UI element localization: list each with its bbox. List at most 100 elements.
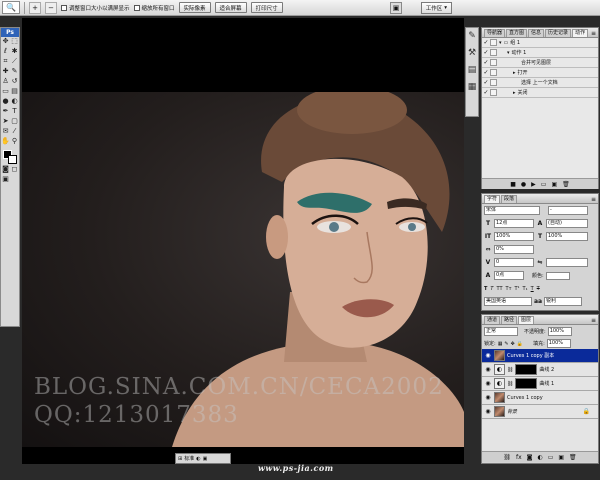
baseline-shift-field[interactable]: 0点: [494, 271, 524, 280]
layer-style-icon[interactable]: fx: [516, 454, 522, 461]
screen-mode-icon[interactable]: ▣: [1, 175, 10, 184]
action-row[interactable]: ✓ 合并可见图层: [482, 58, 598, 68]
faux-italic-icon[interactable]: T: [490, 286, 493, 292]
slice-tool-icon[interactable]: ⟋: [10, 57, 19, 66]
tab-history[interactable]: 历史记录: [545, 29, 572, 37]
zoom-out-button[interactable]: −: [45, 1, 57, 14]
resize-window-checkbox[interactable]: 调整窗口大小以满屏显示: [61, 4, 130, 12]
font-size-field[interactable]: 12点: [494, 219, 534, 228]
background-color-icon[interactable]: [8, 155, 17, 164]
tab-paragraph[interactable]: 段落: [501, 195, 518, 203]
eyedropper-icon[interactable]: ⁄: [10, 127, 19, 136]
type-tool-icon[interactable]: T: [10, 107, 19, 116]
leading-field[interactable]: (自动): [546, 219, 588, 228]
notes-tool-icon[interactable]: ✉: [1, 127, 10, 136]
all-caps-icon[interactable]: TT: [496, 286, 502, 292]
horizontal-scale-field[interactable]: 100%: [546, 232, 588, 241]
small-caps-icon[interactable]: Tт: [506, 286, 512, 292]
workspace-button[interactable]: 工作区 ▾: [420, 2, 452, 14]
screen-mode-icon[interactable]: ▣: [203, 456, 208, 462]
checkmark-icon[interactable]: ✓: [482, 89, 490, 96]
dialog-toggle[interactable]: [490, 79, 497, 86]
tab-channels[interactable]: 通道: [484, 316, 501, 324]
checkmark-icon[interactable]: ✓: [482, 49, 490, 56]
eye-icon[interactable]: ◉: [484, 352, 492, 359]
pen-tool-icon[interactable]: ✒: [1, 107, 10, 116]
font-family-select[interactable]: 宋体: [484, 206, 540, 215]
superscript-icon[interactable]: T¹: [514, 286, 519, 292]
tool-presets-icon[interactable]: ⚒: [467, 48, 477, 62]
color-swatches[interactable]: [1, 147, 19, 165]
new-set-icon[interactable]: ▭: [541, 181, 547, 188]
tab-actions[interactable]: 动作: [572, 29, 589, 37]
vertical-scale-field[interactable]: 100%: [494, 232, 534, 241]
checkmark-icon[interactable]: ✓: [482, 39, 490, 46]
zoom-tool-icon[interactable]: ⚲: [10, 137, 19, 146]
record-icon[interactable]: ●: [521, 181, 526, 188]
lasso-tool-icon[interactable]: ℓ: [1, 47, 10, 56]
dialog-toggle[interactable]: [490, 39, 497, 46]
action-row[interactable]: ✓ ▸ 打开: [482, 68, 598, 78]
tab-layers[interactable]: 图层: [518, 316, 535, 324]
tab-navigator[interactable]: 导航器: [484, 29, 506, 37]
checkmark-icon[interactable]: ✓: [482, 69, 490, 76]
trash-icon[interactable]: 🗑: [569, 454, 577, 461]
clone-stamp-icon[interactable]: ♙: [1, 77, 10, 86]
subscript-icon[interactable]: T₁: [523, 286, 528, 292]
eye-icon[interactable]: ◉: [484, 408, 492, 415]
panel-menu-icon[interactable]: ≡: [591, 30, 598, 37]
strikethrough-icon[interactable]: T: [537, 286, 540, 292]
kerning-field[interactable]: 0: [494, 258, 534, 267]
triangle-down-icon[interactable]: ▾: [507, 50, 510, 56]
stop-icon[interactable]: ■: [510, 181, 516, 188]
triangle-right-icon[interactable]: ▸: [513, 90, 516, 96]
path-selection-icon[interactable]: ➤: [1, 117, 10, 126]
eye-icon[interactable]: ◉: [484, 380, 492, 387]
text-color-swatch[interactable]: [545, 271, 570, 280]
fit-screen-button[interactable]: 适合屏幕: [214, 2, 247, 13]
font-style-select[interactable]: -: [548, 206, 588, 215]
tab-paths[interactable]: 路径: [501, 316, 518, 324]
standard-mode-icon[interactable]: ◻: [10, 165, 19, 174]
new-action-icon[interactable]: ▣: [551, 181, 557, 188]
move-tool-icon[interactable]: ✥: [1, 37, 10, 46]
blend-mode-select[interactable]: 正常: [484, 327, 518, 336]
underline-icon[interactable]: T: [531, 286, 534, 292]
quick-mask-icon[interactable]: ◐: [196, 456, 200, 462]
tab-character[interactable]: 字符: [484, 195, 501, 203]
play-icon[interactable]: ▶: [531, 181, 536, 188]
checkbox-box[interactable]: [133, 4, 140, 11]
triangle-right-icon[interactable]: ▸: [513, 70, 516, 76]
tab-histogram[interactable]: 直方图: [506, 29, 528, 37]
magic-wand-icon[interactable]: ✱: [10, 47, 19, 56]
brush-tool-icon[interactable]: ✎: [10, 67, 19, 76]
zoom-in-button[interactable]: +: [29, 1, 41, 14]
blur-tool-icon[interactable]: ●: [1, 97, 10, 106]
dialog-toggle[interactable]: [490, 69, 497, 76]
zoom-tool-preset[interactable]: 🔍: [2, 1, 20, 14]
lock-position-icon[interactable]: ✥: [511, 341, 515, 347]
language-select[interactable]: 美国英语: [484, 297, 532, 306]
shape-tool-icon[interactable]: ▢: [10, 117, 19, 126]
panel-menu-icon[interactable]: ≡: [591, 196, 598, 203]
swatches-icon[interactable]: ▦: [467, 82, 477, 96]
action-row[interactable]: ✓ 选择 上一个文档: [482, 78, 598, 88]
action-row[interactable]: ✓ ▸ 关闭: [482, 88, 598, 98]
layer-row[interactable]: ◉ ◐ ⛓ 曲线 2: [482, 363, 598, 377]
layer-comps-icon[interactable]: ▤: [467, 65, 477, 79]
trash-icon[interactable]: 🗑: [562, 181, 570, 188]
dialog-toggle[interactable]: [490, 89, 497, 96]
marquee-tool-icon[interactable]: ⬚: [10, 37, 19, 46]
faux-bold-icon[interactable]: T: [484, 286, 487, 292]
antialias-select[interactable]: 锐利: [544, 297, 582, 306]
bridge-icon[interactable]: ▣: [390, 2, 402, 14]
layer-row[interactable]: ◉ Curves 1 copy 副本: [482, 349, 598, 363]
history-brush-icon[interactable]: ↺: [10, 77, 19, 86]
eye-icon[interactable]: ◉: [484, 394, 492, 401]
dialog-toggle[interactable]: [490, 59, 497, 66]
action-row[interactable]: ✓ ▾ 动作 1: [482, 48, 598, 58]
document-canvas[interactable]: BLOG.SINA.COM.CN/CECA2002 QQ:1213017383: [22, 18, 464, 464]
lock-transparency-icon[interactable]: ▦: [498, 341, 503, 347]
triangle-down-icon[interactable]: ▾: [499, 40, 502, 46]
layer-row[interactable]: ◉ 背景 🔒: [482, 405, 598, 419]
